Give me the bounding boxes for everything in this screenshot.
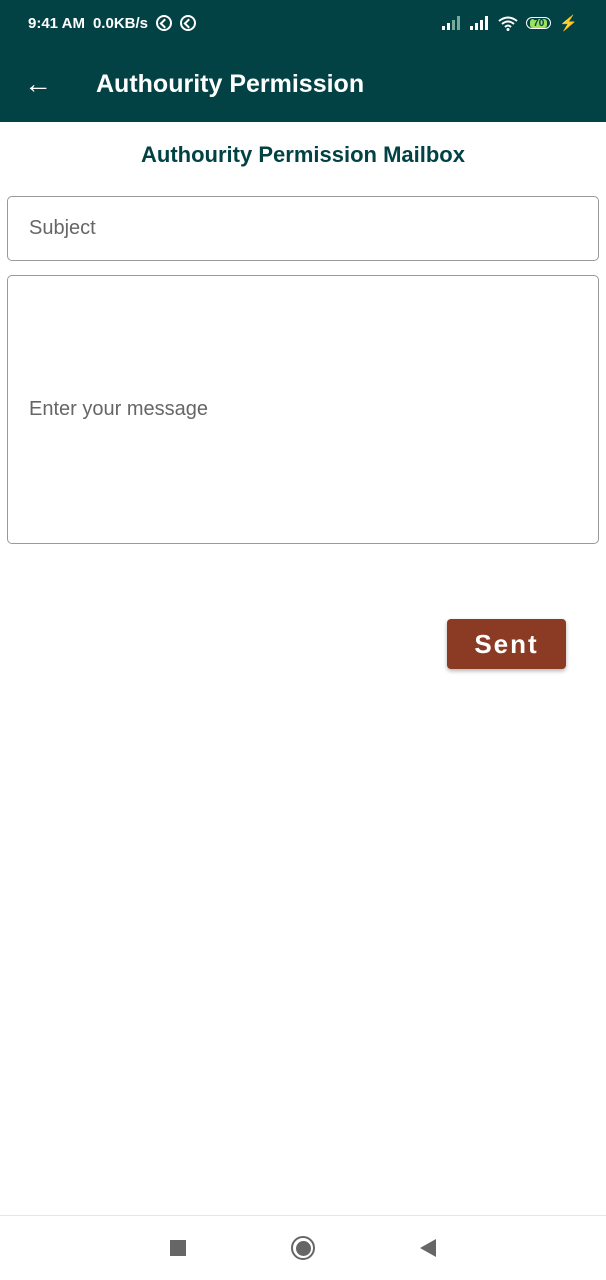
message-input[interactable]: Enter your message [7, 275, 599, 544]
wifi-icon [498, 16, 518, 31]
notification-icon [180, 15, 196, 31]
status-time: 9:41 AM [28, 14, 85, 32]
app-bar: ← Authourity Permission [0, 46, 606, 122]
subject-placeholder: Subject [29, 217, 96, 239]
mailbox-heading: Authourity Permission Mailbox [141, 142, 465, 167]
sent-button[interactable]: Sent [447, 619, 566, 669]
network-speed: 0.0KB/s [92, 14, 148, 32]
message-placeholder: Enter your message [29, 398, 208, 420]
back-icon[interactable] [420, 1239, 436, 1257]
notification-icon [156, 15, 172, 31]
home-icon[interactable] [291, 1236, 315, 1260]
signal-icon [442, 16, 461, 30]
battery-icon: 70 [526, 17, 552, 29]
battery-level: 70 [530, 18, 548, 28]
subject-input[interactable]: Subject [7, 196, 599, 261]
charging-icon: ⚡ [559, 15, 578, 32]
status-bar: 9:41 AM 0.0KB/s 70 ⚡ [0, 0, 606, 46]
navigation-bar [0, 1215, 606, 1280]
signal-icon [470, 16, 489, 30]
page-title: Authourity Permission [96, 69, 365, 98]
arrow-left-icon[interactable]: ← [24, 68, 84, 100]
recents-icon[interactable] [170, 1240, 186, 1256]
